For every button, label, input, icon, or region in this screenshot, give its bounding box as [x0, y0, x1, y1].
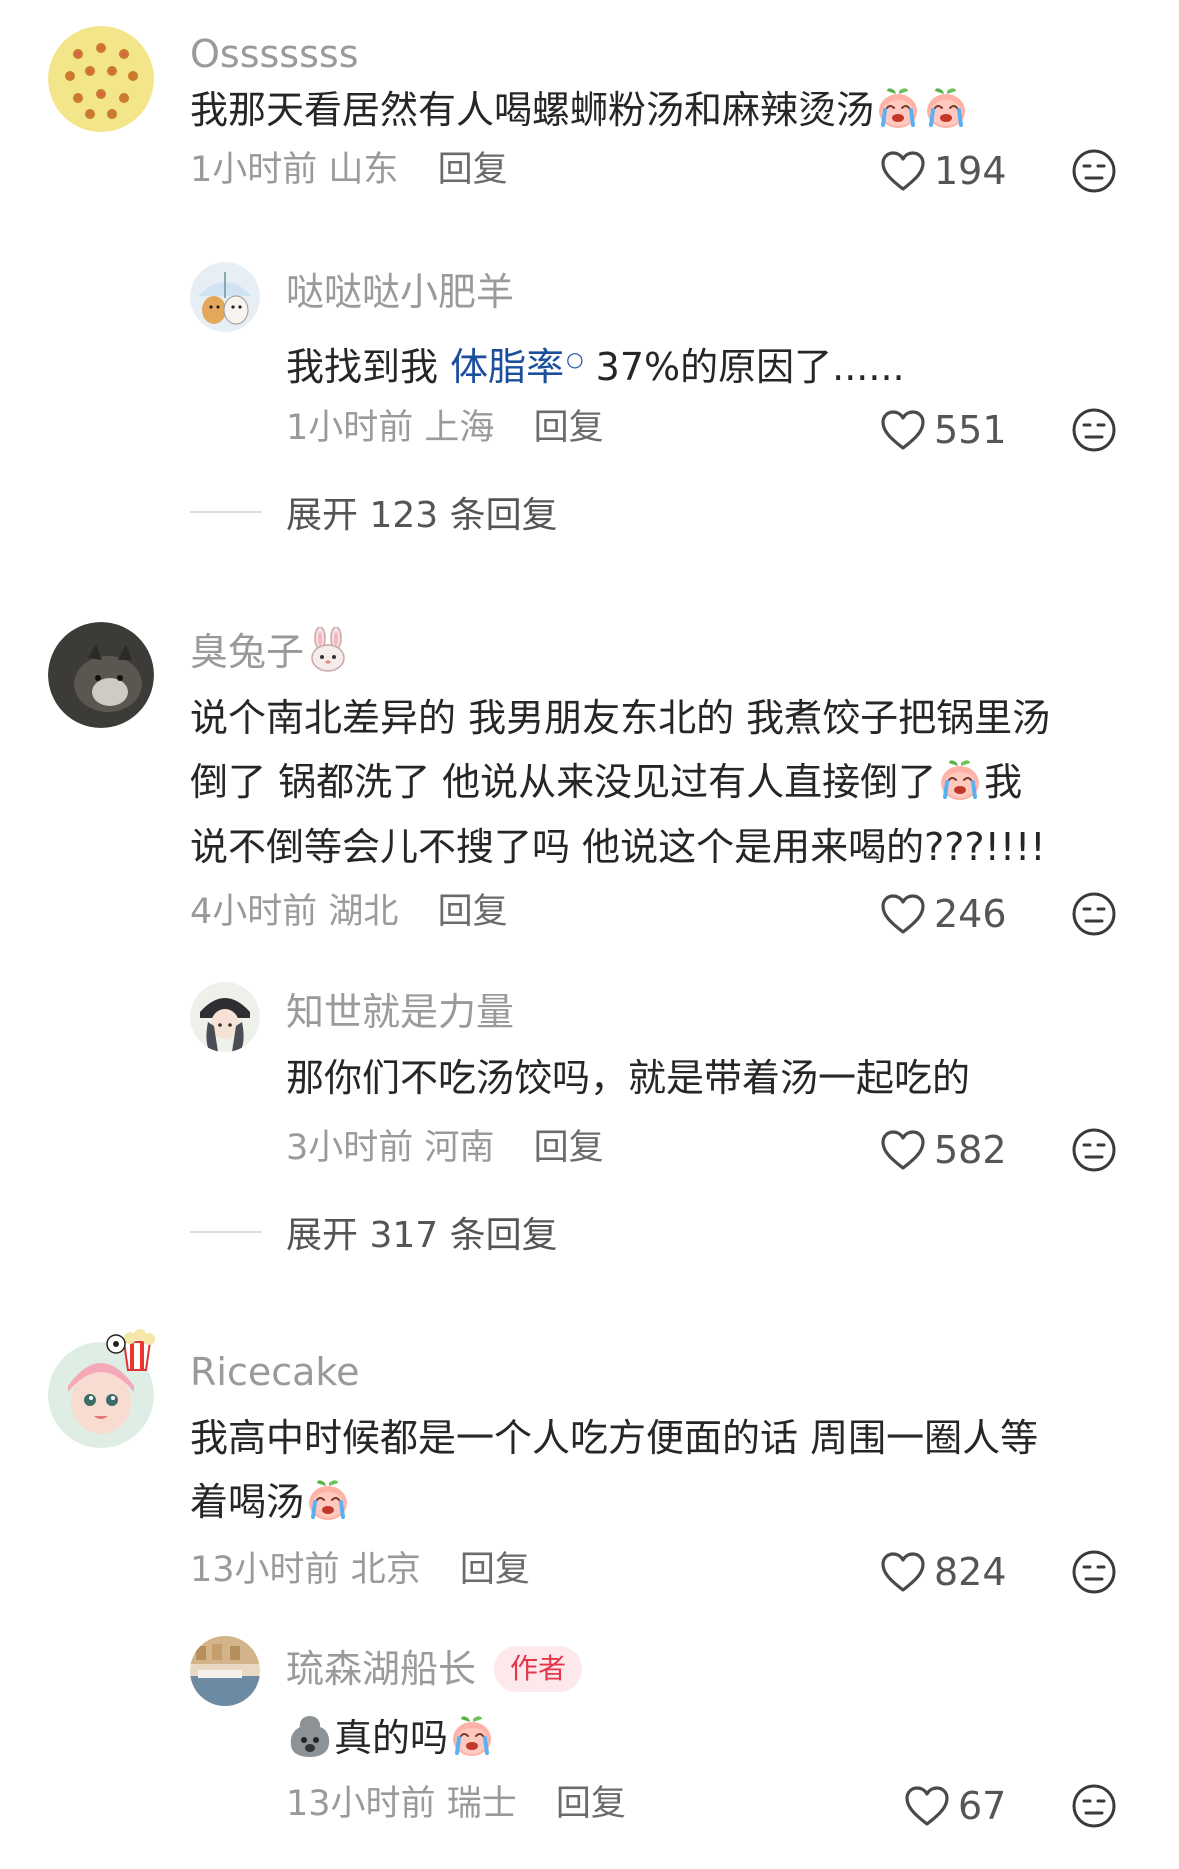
heart-outline-icon — [880, 150, 926, 192]
neutral-face-icon[interactable] — [1070, 406, 1118, 454]
location: 上海 — [424, 408, 495, 448]
rabbit-emoji — [305, 627, 351, 673]
reply-button[interactable]: 回复 — [556, 1784, 626, 1824]
timestamp: 13小时前 — [190, 1550, 340, 1590]
like-count: 67 — [958, 1784, 1007, 1828]
comment-text: 我高中时候都是一个人吃方便面的话 周围一圈人等 — [190, 1406, 1038, 1470]
username-label: 臭兔子 — [190, 630, 305, 674]
username[interactable]: 臭兔子 — [190, 627, 352, 676]
timestamp: 1小时前 — [190, 150, 318, 190]
avatar[interactable] — [190, 1636, 260, 1706]
divider — [190, 511, 262, 513]
crying-peach-emoji — [923, 85, 969, 131]
neutral-face-icon[interactable] — [1070, 1126, 1118, 1174]
comment-meta: 3小时前 河南 回复 — [286, 1124, 604, 1172]
like-button[interactable]: 551 — [880, 406, 1007, 454]
reply-button[interactable]: 回复 — [438, 150, 508, 190]
crying-peach-emoji — [449, 1713, 495, 1759]
heart-outline-icon — [880, 1129, 926, 1171]
crying-peach-emoji — [305, 1477, 351, 1523]
reply-button[interactable]: 回复 — [534, 408, 604, 448]
hashtag-link[interactable]: 体脂率 ○ — [450, 345, 583, 389]
username[interactable]: 知世就是力量 — [286, 988, 514, 1036]
avatar[interactable] — [48, 26, 154, 132]
expand-replies-button[interactable]: 展开 317 条回复 — [190, 1208, 558, 1256]
comment-text-line: 倒了 锅都洗了 他说从来没见过有人直接倒了 — [190, 760, 937, 804]
heart-outline-icon — [880, 1551, 926, 1593]
username[interactable]: Ricecake — [190, 1348, 359, 1396]
author-badge: 作者 — [494, 1646, 583, 1692]
username-label: 琉森湖船长 — [286, 1647, 477, 1691]
location: 山东 — [328, 150, 399, 190]
comment-text: 着喝汤 — [190, 1470, 352, 1534]
search-icon: ○ — [566, 347, 584, 371]
comment-text: 我那天看居然有人喝螺蛳粉汤和麻辣烫汤 — [190, 78, 970, 142]
location: 河南 — [424, 1128, 495, 1168]
expand-replies-label: 展开 123 条回复 — [286, 495, 558, 536]
crying-peach-emoji — [937, 757, 983, 803]
comment-text: 说不倒等会儿不搜了吗 他说这个是用来喝的???!!!! — [190, 815, 1046, 879]
divider — [190, 1231, 262, 1233]
like-count: 582 — [934, 1128, 1007, 1172]
reply-button[interactable]: 回复 — [438, 892, 508, 932]
reply-button[interactable]: 回复 — [460, 1550, 530, 1590]
like-button[interactable]: 67 — [904, 1782, 1006, 1830]
location: 瑞士 — [446, 1784, 517, 1824]
hashtag-label: 体脂率 — [450, 345, 565, 389]
comment-meta: 13小时前 北京 回复 — [190, 1546, 530, 1594]
neutral-face-icon[interactable] — [1070, 1782, 1118, 1830]
comment-text-line: 我 — [984, 760, 1023, 804]
comment-meta: 13小时前 瑞士 回复 — [286, 1780, 626, 1828]
reply-text-content: 我找到我 — [286, 345, 439, 389]
reply-text-content: 真的吗 — [334, 1716, 449, 1760]
username[interactable]: 琉森湖船长 作者 — [286, 1645, 583, 1693]
location: 湖北 — [328, 892, 399, 932]
location: 北京 — [350, 1550, 421, 1590]
comment-text-content: 我那天看居然有人喝螺蛳粉汤和麻辣烫汤 — [190, 88, 875, 132]
like-button[interactable]: 582 — [880, 1126, 1007, 1174]
like-count: 551 — [934, 408, 1007, 452]
like-count: 194 — [934, 149, 1007, 193]
comment-meta: 1小时前 山东 回复 — [190, 146, 508, 194]
neutral-face-icon[interactable] — [1070, 1548, 1118, 1596]
neutral-face-icon[interactable] — [1070, 147, 1118, 195]
expand-replies-label: 展开 317 条回复 — [286, 1215, 558, 1256]
like-count: 824 — [934, 1550, 1007, 1594]
reply-button[interactable]: 回复 — [534, 1128, 604, 1168]
like-count: 246 — [934, 892, 1007, 936]
username[interactable]: 哒哒哒小肥羊 — [286, 268, 514, 316]
comment-text: 倒了 锅都洗了 他说从来没见过有人直接倒了 我 — [190, 750, 1022, 814]
heart-outline-icon — [904, 1785, 950, 1827]
timestamp: 1小时前 — [286, 408, 414, 448]
gray-blob-emoji — [287, 1713, 333, 1759]
comment-meta: 1小时前 上海 回复 — [286, 404, 604, 452]
username[interactable]: Osssssss — [190, 30, 359, 78]
comment-text-line: 着喝汤 — [190, 1480, 305, 1524]
timestamp: 4小时前 — [190, 892, 318, 932]
popcorn-soccer-badge-icon — [106, 1329, 155, 1371]
heart-outline-icon — [880, 409, 926, 451]
timestamp: 3小时前 — [286, 1128, 414, 1168]
reply-text-content: 37%的原因了...... — [595, 345, 905, 389]
comment-meta: 4小时前 湖北 回复 — [190, 888, 508, 936]
reply-text: 那你们不吃汤饺吗，就是带着汤一起吃的 — [286, 1056, 971, 1100]
avatar[interactable] — [48, 622, 154, 728]
comment-text: 说个南北差异的 我男朋友东北的 我煮饺子把锅里汤 — [190, 686, 1050, 750]
crying-peach-emoji — [875, 85, 921, 131]
comment-text-line: 说个南北差异的 我男朋友东北的 我煮饺子把锅里汤 — [190, 696, 1051, 740]
like-button[interactable]: 194 — [880, 147, 1007, 195]
comment-thread: Osssssss 我那天看居然有人喝螺蛳粉汤和麻辣烫汤 1小时前 山东 回复 1… — [0, 0, 1179, 1869]
heart-outline-icon — [880, 893, 926, 935]
reply-text: 我找到我 体脂率 ○ 37%的原因了...... — [286, 327, 905, 399]
comment-text-line: 说不倒等会儿不搜了吗 他说这个是用来喝的???!!!! — [190, 825, 1046, 869]
like-button[interactable]: 824 — [880, 1548, 1007, 1596]
neutral-face-icon[interactable] — [1070, 890, 1118, 938]
reply-text: 真的吗 — [286, 1706, 496, 1770]
expand-replies-button[interactable]: 展开 123 条回复 — [190, 488, 558, 536]
avatar[interactable] — [190, 982, 260, 1052]
like-button[interactable]: 246 — [880, 890, 1007, 938]
avatar[interactable] — [190, 262, 260, 332]
comment-text-line: 我高中时候都是一个人吃方便面的话 周围一圈人等 — [190, 1416, 1039, 1460]
timestamp: 13小时前 — [286, 1784, 436, 1824]
